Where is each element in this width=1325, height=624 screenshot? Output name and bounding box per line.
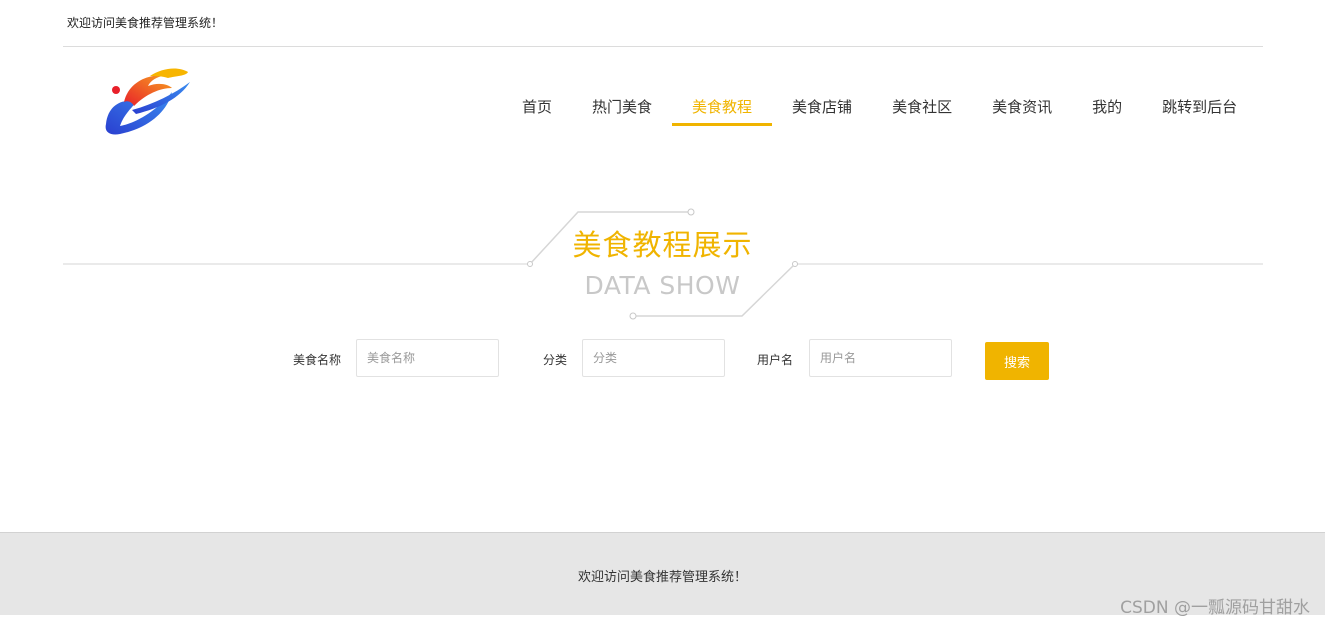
section-title: 美食教程展示 [572, 228, 753, 262]
section-subtitle: DATA SHOW [584, 271, 741, 300]
nav-item-home[interactable]: 首页 [502, 86, 572, 126]
footer-text: 欢迎访问美食推荐管理系统！ [577, 570, 747, 585]
username-input[interactable] [809, 339, 952, 377]
section-title-block: 美食教程展示 DATA SHOW [0, 200, 1325, 330]
nav-item-mine[interactable]: 我的 [1072, 86, 1142, 126]
food-name-label: 美食名称 [293, 353, 342, 367]
nav-item-hot-food[interactable]: 热门美食 [572, 86, 672, 126]
search-button[interactable]: 搜索 [985, 342, 1049, 380]
username-label: 用户名 [757, 353, 794, 367]
main-nav: 首页 热门美食 美食教程 美食店铺 美食社区 美食资讯 我的 跳转到后台 [502, 86, 1257, 128]
nav-item-food-tutorial[interactable]: 美食教程 [672, 86, 773, 126]
title-decoration [63, 208, 1263, 320]
category-label: 分类 [543, 353, 568, 367]
nav-item-food-shop[interactable]: 美食店铺 [772, 86, 872, 126]
food-name-input[interactable] [356, 339, 499, 377]
top-bar: 欢迎访问美食推荐管理系统！ [63, 0, 1263, 47]
search-form: 美食名称 分类 用户名 搜索 [0, 339, 1325, 381]
logo-icon[interactable] [102, 64, 196, 136]
nav-item-food-news[interactable]: 美食资讯 [972, 86, 1072, 126]
nav-item-food-community[interactable]: 美食社区 [872, 86, 972, 126]
watermark: CSDN @一瓢源码甘甜水 [1120, 598, 1310, 618]
category-input[interactable] [582, 339, 725, 377]
nav-item-admin[interactable]: 跳转到后台 [1142, 86, 1257, 126]
welcome-text: 欢迎访问美食推荐管理系统！ [67, 16, 224, 30]
